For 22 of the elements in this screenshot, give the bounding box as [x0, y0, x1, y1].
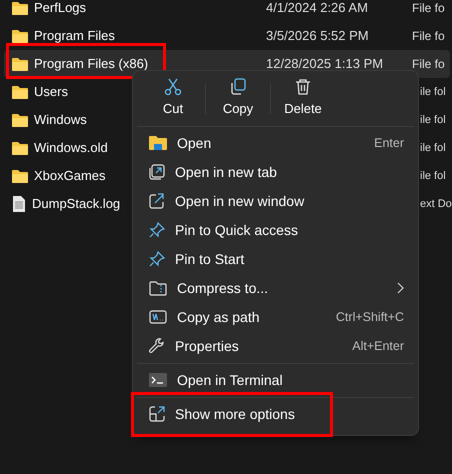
shortcut-text: Enter: [374, 134, 404, 152]
file-name: Program Files (x86): [34, 55, 148, 74]
file-type: ile fol: [420, 142, 446, 154]
file-type: File fo: [412, 29, 445, 43]
date-modified: 4/1/2024 2:26 AM: [266, 0, 368, 16]
file-name: Users: [34, 83, 68, 102]
file-name: Windows: [34, 111, 87, 130]
file-type: ile fol: [420, 86, 446, 98]
file-type: ile fol: [420, 170, 446, 182]
file-name: Program Files: [34, 27, 115, 46]
file-type: ile fol: [420, 114, 446, 126]
shortcut-text: Alt+Enter: [352, 338, 404, 355]
file-name: XboxGames: [34, 167, 106, 186]
file-type: ext Do: [420, 198, 452, 210]
shortcut-text: Ctrl+Shift+C: [336, 308, 404, 326]
file-name: PerfLogs: [34, 0, 86, 18]
file-name: Windows.old: [34, 139, 108, 158]
date-modified: 3/5/2026 5:52 PM: [266, 28, 369, 44]
file-type: File fo: [412, 1, 445, 15]
file-type: File fo: [412, 57, 445, 71]
file-name: DumpStack.log: [32, 195, 120, 214]
date-modified: 12/28/2025 1:13 PM: [266, 56, 384, 72]
